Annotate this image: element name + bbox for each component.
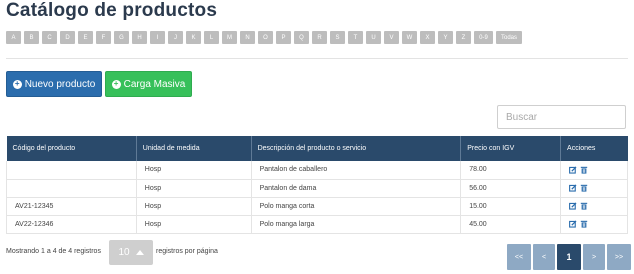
- alphabet-key[interactable]: B: [24, 31, 39, 44]
- alphabet-key[interactable]: T: [348, 31, 363, 44]
- alphabet-key[interactable]: S: [330, 31, 345, 44]
- showing-info: Mostrando 1 a 4 de 4 registros: [6, 248, 101, 255]
- alphabet-key[interactable]: D: [60, 31, 75, 44]
- pagination: << < 1 > >>: [507, 244, 631, 270]
- alphabet-key[interactable]: H: [132, 31, 147, 44]
- alphabet-key[interactable]: Z: [456, 31, 471, 44]
- mass-upload-label: Carga Masiva: [123, 78, 186, 90]
- trash-icon[interactable]: [580, 184, 588, 192]
- trash-icon[interactable]: [580, 166, 588, 174]
- alphabet-key[interactable]: L: [204, 31, 219, 44]
- per-page-select[interactable]: 10: [109, 240, 153, 265]
- page-prev-button[interactable]: <: [533, 244, 555, 270]
- alphabet-key[interactable]: G: [114, 31, 129, 44]
- cell-code: [6, 161, 137, 180]
- cell-actions: [560, 161, 628, 180]
- edit-icon[interactable]: [569, 166, 577, 174]
- per-page-value: 10: [118, 247, 130, 258]
- plus-circle-icon: +: [12, 79, 22, 89]
- caret-up-icon: [135, 250, 144, 255]
- divider: [6, 58, 628, 59]
- per-page-label: registros por página: [156, 248, 218, 255]
- alphabet-key[interactable]: X: [420, 31, 435, 44]
- alphabet-key[interactable]: K: [186, 31, 201, 44]
- header-actions: Acciones: [560, 136, 628, 161]
- cell-actions: [560, 215, 628, 234]
- cell-unit: Hosp: [136, 161, 252, 180]
- page-title: Catálogo de productos: [6, 0, 218, 21]
- header-unit[interactable]: Unidad de medida: [136, 136, 252, 161]
- page-current-button[interactable]: 1: [557, 244, 581, 270]
- cell-unit: Hosp: [136, 215, 252, 234]
- cell-unit: Hosp: [136, 197, 252, 216]
- trash-icon[interactable]: [580, 220, 588, 228]
- cell-code: AV22-12346: [6, 215, 137, 234]
- products-table: Código del producto Unidad de medida Des…: [6, 136, 628, 234]
- header-code[interactable]: Código del producto: [6, 136, 137, 161]
- alphabet-key[interactable]: U: [366, 31, 381, 44]
- cell-code: [6, 179, 137, 198]
- header-description[interactable]: Descripción del producto o servicio: [251, 136, 462, 161]
- alphabet-key[interactable]: V: [384, 31, 399, 44]
- table-header-row: Código del producto Unidad de medida Des…: [6, 136, 628, 161]
- page-first-button[interactable]: <<: [507, 244, 531, 270]
- alphabet-key[interactable]: I: [150, 31, 165, 44]
- table-row: Hosp Pantalon de dama 56.00: [6, 179, 628, 198]
- table-row: AV21-12345 Hosp Polo manga corta 15.00: [6, 197, 628, 216]
- cell-description: Polo manga corta: [251, 197, 462, 216]
- edit-icon[interactable]: [569, 202, 577, 210]
- alphabet-key[interactable]: Todas: [496, 31, 522, 44]
- table-row: AV22-12346 Hosp Polo manga larga 45.00: [6, 215, 628, 234]
- alphabet-key[interactable]: Q: [294, 31, 309, 44]
- header-price[interactable]: Precio con IGV: [460, 136, 562, 161]
- cell-unit: Hosp: [136, 179, 252, 198]
- alphabet-key[interactable]: F: [96, 31, 111, 44]
- page-last-button[interactable]: >>: [607, 244, 631, 270]
- cell-price: 45.00: [460, 215, 562, 234]
- search-input[interactable]: [497, 105, 626, 129]
- alphabet-key[interactable]: R: [312, 31, 327, 44]
- cell-code: AV21-12345: [6, 197, 137, 216]
- cell-description: Polo manga larga: [251, 215, 462, 234]
- alphabet-key[interactable]: N: [240, 31, 255, 44]
- alphabet-key[interactable]: E: [78, 31, 93, 44]
- mass-upload-button[interactable]: + Carga Masiva: [105, 71, 192, 97]
- alphabet-filter: A B C D E F G H I J K L M N O P Q R S T U V W X Y Z 0-9 Todas: [6, 31, 522, 44]
- alphabet-key[interactable]: A: [6, 31, 21, 44]
- page-next-button[interactable]: >: [583, 244, 605, 270]
- alphabet-key[interactable]: Y: [438, 31, 453, 44]
- new-product-label: Nuevo producto: [24, 78, 96, 90]
- cell-price: 78.00: [460, 161, 562, 180]
- trash-icon[interactable]: [580, 202, 588, 210]
- alphabet-key[interactable]: W: [402, 31, 417, 44]
- alphabet-key[interactable]: C: [42, 31, 57, 44]
- cell-price: 15.00: [460, 197, 562, 216]
- new-product-button[interactable]: + Nuevo producto: [6, 71, 102, 97]
- edit-icon[interactable]: [569, 184, 577, 192]
- table-row: Hosp Pantalon de caballero 78.00: [6, 161, 628, 180]
- cell-price: 56.00: [460, 179, 562, 198]
- cell-description: Pantalon de caballero: [251, 161, 462, 180]
- alphabet-key[interactable]: M: [222, 31, 237, 44]
- alphabet-key[interactable]: 0-9: [474, 31, 493, 44]
- alphabet-key[interactable]: P: [276, 31, 291, 44]
- cell-description: Pantalon de dama: [251, 179, 462, 198]
- alphabet-key[interactable]: J: [168, 31, 183, 44]
- edit-icon[interactable]: [569, 220, 577, 228]
- cell-actions: [560, 197, 628, 216]
- plus-circle-icon: +: [111, 79, 121, 89]
- alphabet-key[interactable]: O: [258, 31, 273, 44]
- cell-actions: [560, 179, 628, 198]
